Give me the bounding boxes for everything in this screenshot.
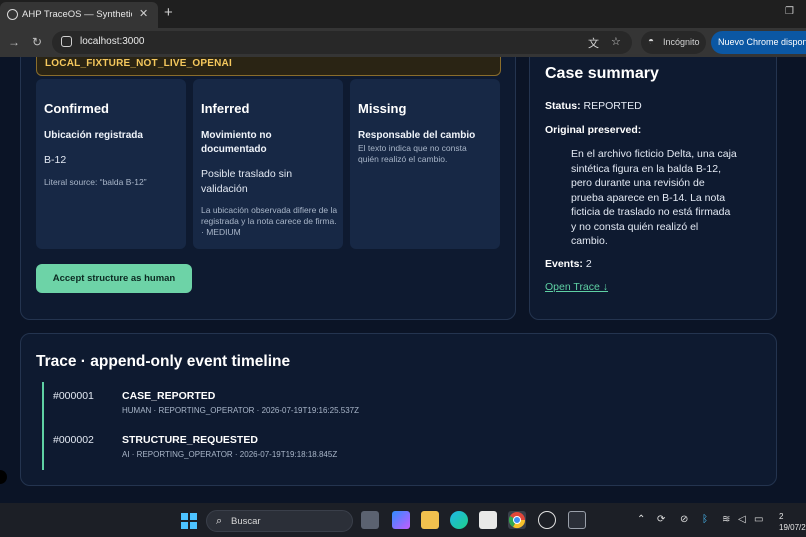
wifi-icon[interactable]: ≋ [722, 514, 730, 525]
event-meta: HUMAN · REPORTING_OPERATOR · 2026-07-19T… [122, 406, 359, 415]
restore-window-icon[interactable]: ❐ [785, 6, 794, 17]
globe-icon [7, 9, 18, 20]
events-label: Events: [545, 258, 583, 270]
clock[interactable]: 2 19/07/2 [779, 511, 806, 533]
tab-title: AHP TraceOS — Synthetic Dem [22, 9, 132, 20]
scroll-handle[interactable] [0, 470, 7, 484]
chrome-update-button[interactable]: Nuevo Chrome disponible [711, 31, 806, 54]
missing-heading: Missing [358, 101, 407, 116]
original-text: En el archivo ficticio Delta, una caja s… [571, 148, 737, 247]
timeline-line [42, 382, 44, 470]
taskbar-search[interactable]: ⌕ Buscar [206, 510, 353, 532]
address-bar[interactable]: localhost:3000 文 ☆ [52, 31, 632, 54]
url-text[interactable]: localhost:3000 [80, 36, 145, 47]
confirmed-heading: Confirmed [44, 101, 109, 116]
missing-note: El texto indica que no consta quién real… [358, 143, 467, 164]
status-line: Status: REPORTED [545, 100, 642, 112]
accept-button-label: Accept structure as human [52, 273, 176, 284]
case-summary-title: Case summary [545, 65, 659, 82]
incognito-label: Incógnito [663, 37, 700, 47]
case-summary-card: Case summary Status: REPORTED Original p… [529, 57, 777, 320]
forward-icon[interactable]: → [8, 35, 20, 49]
fixture-warning-banner: LOCAL_FIXTURE_NOT_LIVE_OPENAI [36, 57, 501, 76]
search-label: Buscar [231, 516, 261, 527]
inferred-item-title: Movimiento no documentado [201, 130, 272, 155]
taskbar: ⌕ Buscar ⌃ ⟳ ⊘ ᛒ ≋ ◁ ▭ 2 19/07/2 [0, 503, 806, 537]
incognito-icon: ◓ [648, 36, 655, 47]
accept-structure-button[interactable]: Accept structure as human [36, 264, 192, 293]
confirmed-item-title: Ubicación registrada [44, 130, 143, 141]
copilot-icon[interactable] [392, 511, 410, 529]
chevron-up-icon[interactable]: ⌃ [637, 514, 645, 525]
inferred-note: La ubicación observada difiere de la reg… [201, 205, 338, 237]
event-id: #000001 [53, 390, 94, 402]
status-value: REPORTED [583, 100, 642, 112]
incognito-indicator[interactable]: ◓ Incógnito [641, 31, 706, 54]
clock-date: 19/07/2 [779, 523, 806, 532]
reload-icon[interactable]: ↻ [32, 35, 42, 49]
events-line: Events: 2 [545, 258, 592, 270]
warning-text: LOCAL_FIXTURE_NOT_LIVE_OPENAI [45, 58, 232, 69]
camera-off-icon[interactable]: ⊘ [680, 514, 688, 525]
store-icon[interactable] [479, 511, 497, 529]
chatgpt-icon[interactable] [538, 511, 556, 529]
file-explorer-icon[interactable] [421, 511, 439, 529]
confirmed-source: Literal source: “balda B-12” [44, 177, 147, 187]
clock-time: 2 [779, 512, 784, 521]
search-icon: ⌕ [216, 515, 223, 527]
structure-card: LOCAL_FIXTURE_NOT_LIVE_OPENAI Confirmed … [20, 57, 516, 320]
volume-icon[interactable]: ◁ [738, 514, 746, 525]
status-label: Status: [545, 100, 581, 112]
new-tab-button[interactable]: + [164, 4, 173, 21]
update-label: Nuevo Chrome disponible [718, 37, 806, 47]
trace-title: Trace · append-only event timeline [36, 353, 291, 370]
browser-tab-bar: AHP TraceOS — Synthetic Dem ✕ + ❐ [0, 0, 806, 28]
translate-icon[interactable]: 文 [588, 35, 599, 51]
inferred-value: Posible traslado sin validación [201, 168, 293, 195]
event-name: CASE_REPORTED [122, 390, 216, 402]
page-content: LOCAL_FIXTURE_NOT_LIVE_OPENAI Confirmed … [0, 57, 806, 503]
chrome-icon[interactable] [508, 511, 526, 529]
browser-tab[interactable]: AHP TraceOS — Synthetic Dem ✕ [0, 2, 158, 28]
bookmark-star-icon[interactable]: ☆ [611, 35, 621, 48]
events-value: 2 [585, 258, 592, 270]
inferred-column: Inferred Movimiento no documentado Posib… [193, 79, 343, 249]
windows-start-icon[interactable] [181, 513, 197, 529]
task-view-icon[interactable] [361, 511, 379, 529]
event-name: STRUCTURE_REQUESTED [122, 434, 258, 446]
confirmed-column: Confirmed Ubicación registrada B-12 Lite… [36, 79, 186, 249]
site-info-icon[interactable] [61, 36, 72, 47]
bluetooth-icon[interactable]: ᛒ [702, 514, 708, 525]
inferred-heading: Inferred [201, 101, 250, 116]
sync-icon[interactable]: ⟳ [657, 514, 665, 525]
terminal-icon[interactable] [568, 511, 586, 529]
event-meta: AI · REPORTING_OPERATOR · 2026-07-19T19:… [122, 450, 338, 459]
battery-icon[interactable]: ▭ [754, 514, 763, 525]
original-label: Original preserved: [545, 124, 642, 136]
edge-icon[interactable] [450, 511, 468, 529]
missing-column: Missing Responsable del cambio El texto … [350, 79, 500, 249]
trace-card: Trace · append-only event timeline #0000… [20, 333, 777, 486]
open-trace-link[interactable]: Open Trace ↓ [545, 281, 608, 293]
missing-item-title: Responsable del cambio [358, 130, 476, 141]
close-tab-icon[interactable]: ✕ [139, 7, 148, 20]
browser-toolbar: → ↻ localhost:3000 文 ☆ ◓ Incógnito Nuevo… [0, 28, 806, 57]
event-id: #000002 [53, 434, 94, 446]
confirmed-value: B-12 [44, 154, 67, 166]
